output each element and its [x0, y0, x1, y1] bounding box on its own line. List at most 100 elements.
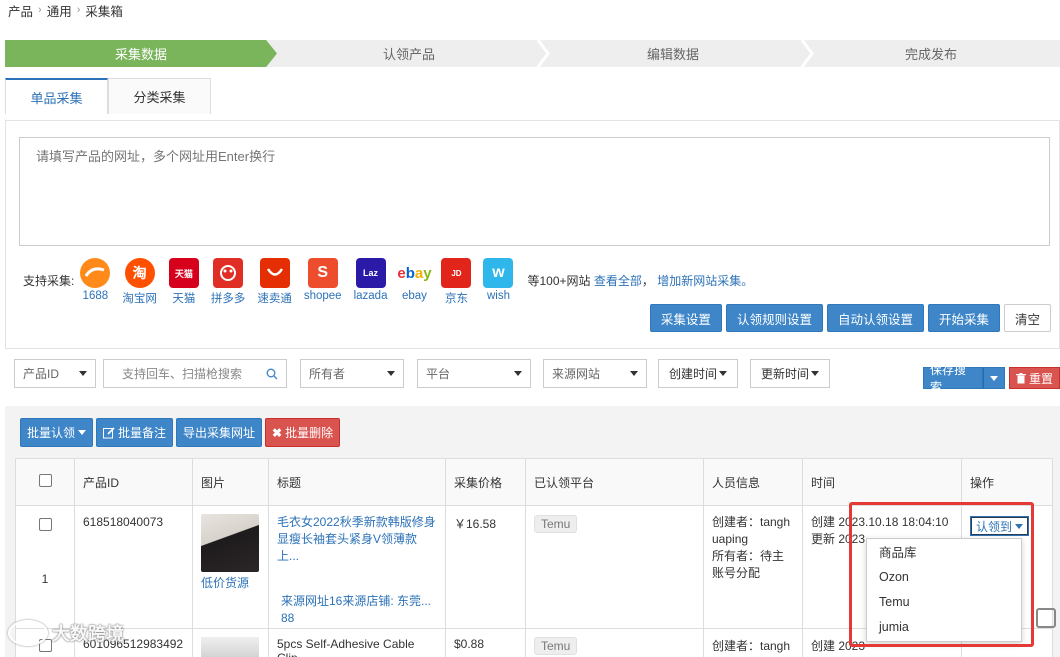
site-ebay[interactable]: ebay ebay — [397, 258, 432, 302]
watermark: 大数跨境 — [8, 620, 124, 646]
site-wish[interactable]: w wish — [483, 258, 514, 302]
bulk-note-button[interactable]: 批量备注 — [96, 418, 174, 447]
creator-info: 创建者：tangh uaping — [712, 515, 791, 546]
breadcrumb-item-product[interactable]: 产品 — [8, 1, 33, 20]
step-separator-icon — [536, 40, 550, 67]
product-image[interactable] — [201, 514, 259, 572]
edit-icon — [103, 426, 115, 438]
product-id-select[interactable]: 产品ID — [14, 359, 96, 388]
tab-single-collect[interactable]: 单品采集 — [5, 78, 108, 114]
site-1688[interactable]: 1688 — [80, 258, 111, 302]
supported-sites-more: 等100+网站 查看全部， 增加新网站采集。 — [527, 274, 754, 288]
export-urls-button[interactable]: 导出采集网址 — [176, 418, 263, 447]
jd-logo-icon: JD — [441, 258, 472, 288]
product-id: 618518040073 — [74, 505, 193, 629]
row-index: 1 — [41, 572, 49, 586]
col-product-id: 产品ID — [74, 458, 193, 506]
platform-tag: Temu — [534, 515, 578, 533]
supported-sites-label: 支持采集: — [23, 274, 75, 288]
step-progress: 采集数据 认领产品 编辑数据 完成发布 — [5, 40, 1060, 67]
trash-icon — [1015, 372, 1026, 383]
bulk-claim-button[interactable]: 批量认领 — [20, 418, 94, 447]
caret-down-icon — [78, 430, 87, 435]
clear-button[interactable]: 清空 — [1003, 304, 1051, 332]
wish-logo-icon: w — [483, 258, 514, 288]
caret-down-icon — [387, 371, 395, 376]
ebay-logo-icon: ebay — [397, 258, 432, 288]
product-title-link[interactable]: 5pcs Self-Adhesive Cable Clip — [268, 628, 446, 657]
search-input[interactable]: 支持回车、扫描枪搜索 — [103, 359, 287, 388]
chevron-right-icon: › — [76, 4, 81, 16]
created-time-sort[interactable]: 创建时间 — [658, 359, 738, 388]
low-price-source-link[interactable]: 低价货源 — [201, 574, 260, 591]
pinduoduo-logo-icon — [213, 258, 244, 288]
site-aliexpress[interactable]: 速卖通 — [257, 258, 292, 306]
collect-price: $0.88 — [445, 628, 526, 657]
step-collect-data: 采集数据 — [5, 40, 277, 67]
search-icon[interactable] — [266, 368, 278, 380]
table-header-row: 产品ID 图片 标题 采集价格 已认领平台 人员信息 时间 操作 — [15, 458, 1053, 506]
auto-claim-settings-button[interactable]: 自动认领设置 — [826, 304, 924, 332]
annotation-highlight-box — [849, 502, 1034, 647]
start-collect-button[interactable]: 开始采集 — [927, 304, 1000, 332]
site-shopee[interactable]: S shopee — [304, 258, 342, 302]
platform-select[interactable]: 平台 — [417, 359, 531, 388]
site-tmall[interactable]: 天猫 天猫 — [168, 258, 199, 306]
bulk-actions: 批量认领 批量备注 导出采集网址 ✖ 批量删除 — [20, 418, 341, 447]
col-actions: 操作 — [961, 458, 1053, 506]
select-all-checkbox[interactable] — [38, 474, 52, 487]
breadcrumb: 产品 › 通用 › 采集箱 — [8, 1, 123, 20]
reset-button[interactable]: 重置 — [1009, 367, 1060, 389]
step-edit-data: 编辑数据 — [646, 47, 699, 62]
caret-down-icon — [811, 371, 819, 376]
owner-select[interactable]: 所有者 — [300, 359, 404, 388]
collect-tabs: 单品采集 分类采集 — [5, 78, 211, 114]
col-title: 标题 — [268, 458, 446, 506]
add-site-link[interactable]: 增加新网站采集。 — [657, 274, 753, 288]
aliexpress-logo-icon — [259, 258, 290, 288]
view-all-sites-link[interactable]: 查看全部 — [594, 274, 642, 288]
caret-down-icon — [79, 371, 87, 376]
chat-icon[interactable] — [1036, 608, 1056, 628]
save-search-dropdown[interactable] — [983, 367, 1005, 389]
claim-rule-settings-button[interactable]: 认领规则设置 — [725, 304, 823, 332]
caret-down-icon — [719, 371, 727, 376]
product-image[interactable] — [201, 637, 259, 657]
collect-settings-button[interactable]: 采集设置 — [649, 304, 722, 332]
taobao-logo-icon: 淘 — [124, 258, 155, 288]
col-staff-info: 人员信息 — [703, 458, 803, 506]
collect-panel: 支持采集: 1688 淘 淘宝网 天猫 天猫 拼多多 速卖通 — [5, 120, 1060, 349]
source-site-select[interactable]: 来源网站 — [543, 359, 647, 388]
col-image: 图片 — [192, 458, 269, 506]
caret-down-icon — [514, 371, 522, 376]
close-icon: ✖ — [272, 425, 283, 440]
supported-sites: 支持采集: 1688 淘 淘宝网 天猫 天猫 拼多多 速卖通 S shopee … — [23, 258, 753, 306]
site-jd[interactable]: JD 京东 — [441, 258, 472, 306]
watermark-logo-icon — [8, 620, 48, 646]
site-pinduoduo[interactable]: 拼多多 — [211, 258, 245, 306]
breadcrumb-item-collect-box: 采集箱 — [85, 4, 123, 19]
save-search-group: 保存搜索 — [923, 363, 1005, 394]
bulk-delete-button[interactable]: ✖ 批量删除 — [265, 418, 341, 447]
source-link[interactable]: 来源网址16来源店铺: 东莞... — [277, 593, 437, 610]
save-search-button[interactable]: 保存搜索 — [923, 363, 983, 394]
step-claim-product: 认领产品 — [382, 47, 435, 62]
lazada-logo-icon: Laz — [355, 258, 386, 288]
collect-price: ￥16.58 — [445, 505, 526, 629]
row-checkbox[interactable] — [38, 518, 52, 531]
updated-time-sort[interactable]: 更新时间 — [750, 359, 830, 388]
site-taobao[interactable]: 淘 淘宝网 — [122, 258, 157, 306]
source-number: 88 — [281, 611, 295, 625]
creator-info: 创建者：tangh — [703, 628, 803, 657]
product-title-link[interactable]: 毛衣女2022秋季新款韩版修身显瘦长袖套头紧身V领薄款上... — [277, 514, 437, 565]
col-claimed-platform: 已认领平台 — [525, 458, 704, 506]
col-price: 采集价格 — [445, 458, 526, 506]
url-input[interactable] — [19, 137, 1050, 246]
site-lazada[interactable]: Laz lazada — [354, 258, 387, 302]
col-time: 时间 — [802, 458, 962, 506]
tab-category-collect[interactable]: 分类采集 — [108, 78, 211, 114]
breadcrumb-item-general[interactable]: 通用 — [47, 1, 72, 20]
chevron-right-icon: › — [38, 4, 42, 16]
tmall-logo-icon: 天猫 — [168, 258, 199, 288]
filter-bar: 产品ID 支持回车、扫描枪搜索 所有者 平台 来源网站 创建时间 更新时间 — [14, 359, 830, 388]
